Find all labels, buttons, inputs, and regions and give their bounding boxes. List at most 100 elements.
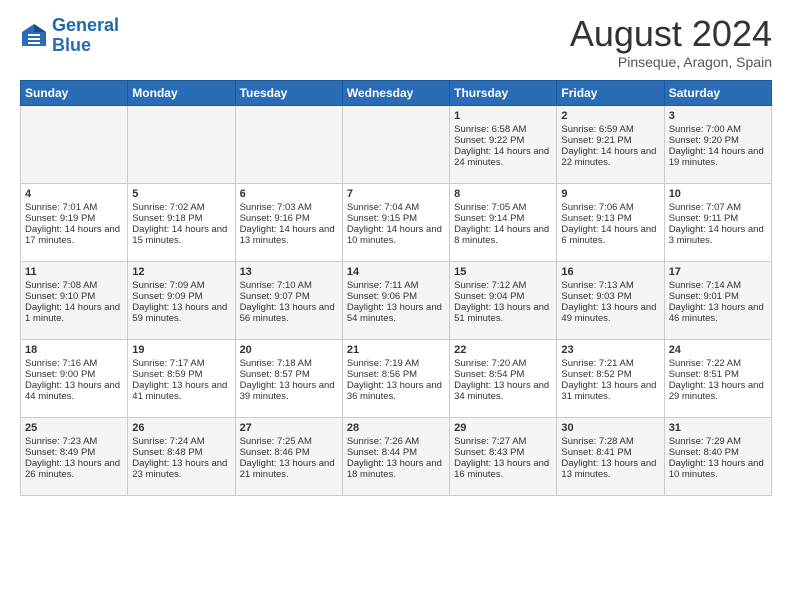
sunrise-text: Sunrise: 7:21 AM <box>561 358 659 369</box>
sunrise-text: Sunrise: 7:05 AM <box>454 202 552 213</box>
daylight-text: Daylight: 13 hours and 21 minutes. <box>240 458 338 480</box>
calendar-cell: 25Sunrise: 7:23 AMSunset: 8:49 PMDayligh… <box>21 418 128 496</box>
header: General Blue August 2024 Pinseque, Arago… <box>20 16 772 70</box>
day-number: 4 <box>25 188 123 200</box>
sunset-text: Sunset: 9:04 PM <box>454 291 552 302</box>
day-number: 17 <box>669 266 767 278</box>
sunset-text: Sunset: 9:11 PM <box>669 213 767 224</box>
header-tuesday: Tuesday <box>235 81 342 106</box>
calendar-row-2: 4Sunrise: 7:01 AMSunset: 9:19 PMDaylight… <box>21 184 772 262</box>
day-number: 2 <box>561 110 659 122</box>
calendar-cell: 30Sunrise: 7:28 AMSunset: 8:41 PMDayligh… <box>557 418 664 496</box>
daylight-text: Daylight: 14 hours and 17 minutes. <box>25 224 123 246</box>
header-friday: Friday <box>557 81 664 106</box>
sunrise-text: Sunrise: 7:13 AM <box>561 280 659 291</box>
daylight-text: Daylight: 14 hours and 22 minutes. <box>561 146 659 168</box>
daylight-text: Daylight: 14 hours and 8 minutes. <box>454 224 552 246</box>
sunset-text: Sunset: 8:46 PM <box>240 447 338 458</box>
daylight-text: Daylight: 14 hours and 3 minutes. <box>669 224 767 246</box>
sunrise-text: Sunrise: 6:59 AM <box>561 124 659 135</box>
sunset-text: Sunset: 9:14 PM <box>454 213 552 224</box>
day-number: 27 <box>240 422 338 434</box>
calendar-cell: 31Sunrise: 7:29 AMSunset: 8:40 PMDayligh… <box>664 418 771 496</box>
sunset-text: Sunset: 8:51 PM <box>669 369 767 380</box>
day-number: 31 <box>669 422 767 434</box>
sunrise-text: Sunrise: 7:27 AM <box>454 436 552 447</box>
sunrise-text: Sunrise: 7:07 AM <box>669 202 767 213</box>
sunset-text: Sunset: 9:00 PM <box>25 369 123 380</box>
daylight-text: Daylight: 14 hours and 6 minutes. <box>561 224 659 246</box>
daylight-text: Daylight: 13 hours and 10 minutes. <box>669 458 767 480</box>
day-number: 18 <box>25 344 123 356</box>
logo-line2: Blue <box>52 35 91 55</box>
sunrise-text: Sunrise: 7:17 AM <box>132 358 230 369</box>
sunset-text: Sunset: 8:43 PM <box>454 447 552 458</box>
sunrise-text: Sunrise: 7:02 AM <box>132 202 230 213</box>
day-number: 16 <box>561 266 659 278</box>
day-number: 15 <box>454 266 552 278</box>
sunrise-text: Sunrise: 7:18 AM <box>240 358 338 369</box>
daylight-text: Daylight: 13 hours and 56 minutes. <box>240 302 338 324</box>
daylight-text: Daylight: 13 hours and 23 minutes. <box>132 458 230 480</box>
daylight-text: Daylight: 13 hours and 51 minutes. <box>454 302 552 324</box>
page: General Blue August 2024 Pinseque, Arago… <box>0 0 792 506</box>
calendar-row-4: 18Sunrise: 7:16 AMSunset: 9:00 PMDayligh… <box>21 340 772 418</box>
sunset-text: Sunset: 9:10 PM <box>25 291 123 302</box>
sunrise-text: Sunrise: 7:04 AM <box>347 202 445 213</box>
calendar-cell <box>128 106 235 184</box>
sunset-text: Sunset: 8:41 PM <box>561 447 659 458</box>
header-wednesday: Wednesday <box>342 81 449 106</box>
sunset-text: Sunset: 9:03 PM <box>561 291 659 302</box>
header-thursday: Thursday <box>450 81 557 106</box>
calendar-row-1: 1Sunrise: 6:58 AMSunset: 9:22 PMDaylight… <box>21 106 772 184</box>
sunrise-text: Sunrise: 7:28 AM <box>561 436 659 447</box>
logo-text: General Blue <box>52 16 119 56</box>
calendar-cell: 6Sunrise: 7:03 AMSunset: 9:16 PMDaylight… <box>235 184 342 262</box>
day-number: 12 <box>132 266 230 278</box>
sunrise-text: Sunrise: 7:23 AM <box>25 436 123 447</box>
sunset-text: Sunset: 9:01 PM <box>669 291 767 302</box>
sunset-text: Sunset: 8:56 PM <box>347 369 445 380</box>
daylight-text: Daylight: 14 hours and 10 minutes. <box>347 224 445 246</box>
calendar-cell: 28Sunrise: 7:26 AMSunset: 8:44 PMDayligh… <box>342 418 449 496</box>
day-number: 6 <box>240 188 338 200</box>
sunrise-text: Sunrise: 7:01 AM <box>25 202 123 213</box>
calendar-cell: 14Sunrise: 7:11 AMSunset: 9:06 PMDayligh… <box>342 262 449 340</box>
logo-line1: General <box>52 15 119 35</box>
calendar-cell: 17Sunrise: 7:14 AMSunset: 9:01 PMDayligh… <box>664 262 771 340</box>
calendar-cell: 13Sunrise: 7:10 AMSunset: 9:07 PMDayligh… <box>235 262 342 340</box>
calendar-header: Sunday Monday Tuesday Wednesday Thursday… <box>21 81 772 106</box>
day-number: 9 <box>561 188 659 200</box>
daylight-text: Daylight: 13 hours and 16 minutes. <box>454 458 552 480</box>
calendar-cell <box>235 106 342 184</box>
calendar-cell: 24Sunrise: 7:22 AMSunset: 8:51 PMDayligh… <box>664 340 771 418</box>
header-monday: Monday <box>128 81 235 106</box>
calendar-row-3: 11Sunrise: 7:08 AMSunset: 9:10 PMDayligh… <box>21 262 772 340</box>
daylight-text: Daylight: 13 hours and 44 minutes. <box>25 380 123 402</box>
sunrise-text: Sunrise: 7:19 AM <box>347 358 445 369</box>
daylight-text: Daylight: 13 hours and 46 minutes. <box>669 302 767 324</box>
sunrise-text: Sunrise: 7:10 AM <box>240 280 338 291</box>
day-number: 1 <box>454 110 552 122</box>
sunset-text: Sunset: 9:19 PM <box>25 213 123 224</box>
sunset-text: Sunset: 8:49 PM <box>25 447 123 458</box>
location: Pinseque, Aragon, Spain <box>570 54 772 70</box>
daylight-text: Daylight: 14 hours and 19 minutes. <box>669 146 767 168</box>
calendar-body: 1Sunrise: 6:58 AMSunset: 9:22 PMDaylight… <box>21 106 772 496</box>
sunrise-text: Sunrise: 7:26 AM <box>347 436 445 447</box>
logo-icon <box>20 22 48 50</box>
sunrise-text: Sunrise: 7:00 AM <box>669 124 767 135</box>
day-number: 11 <box>25 266 123 278</box>
day-number: 3 <box>669 110 767 122</box>
logo: General Blue <box>20 16 119 56</box>
calendar-cell: 11Sunrise: 7:08 AMSunset: 9:10 PMDayligh… <box>21 262 128 340</box>
daylight-text: Daylight: 13 hours and 29 minutes. <box>669 380 767 402</box>
sunrise-text: Sunrise: 7:09 AM <box>132 280 230 291</box>
calendar-cell: 12Sunrise: 7:09 AMSunset: 9:09 PMDayligh… <box>128 262 235 340</box>
calendar-cell: 7Sunrise: 7:04 AMSunset: 9:15 PMDaylight… <box>342 184 449 262</box>
calendar-cell: 9Sunrise: 7:06 AMSunset: 9:13 PMDaylight… <box>557 184 664 262</box>
sunset-text: Sunset: 8:40 PM <box>669 447 767 458</box>
sunrise-text: Sunrise: 7:03 AM <box>240 202 338 213</box>
day-number: 21 <box>347 344 445 356</box>
daylight-text: Daylight: 13 hours and 39 minutes. <box>240 380 338 402</box>
